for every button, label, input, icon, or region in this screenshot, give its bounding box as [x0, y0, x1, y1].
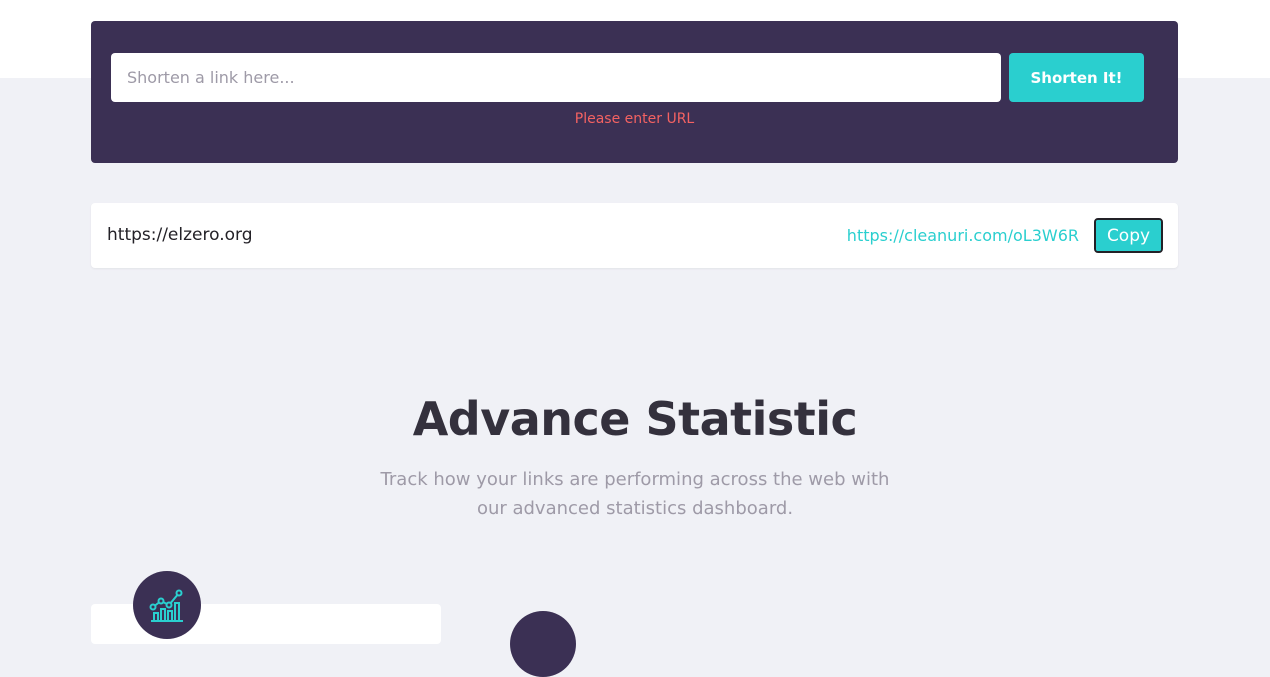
statistics-title: Advance Statistic: [412, 392, 858, 446]
statistics-subtitle-line2: our advanced statistics dashboard.: [476, 498, 794, 519]
url-input[interactable]: [111, 53, 1001, 102]
short-url-link[interactable]: https://cleanuri.com/oL3W6R: [847, 203, 1079, 268]
error-message: Please enter URL: [574, 111, 695, 127]
copy-button[interactable]: Copy: [1094, 218, 1163, 253]
feature-icon-circle-2: [510, 611, 576, 677]
shorten-button[interactable]: Shorten It!: [1009, 53, 1144, 102]
feature-icon-circle: [133, 571, 201, 639]
statistics-subtitle: Track how your links are performing acro…: [375, 465, 895, 523]
statistics-subtitle-line1: Track how your links are performing acro…: [380, 469, 890, 490]
shorten-form: Shorten It! Please enter URL: [91, 21, 1178, 163]
chart-icon: [149, 589, 183, 622]
original-url: https://elzero.org: [107, 225, 253, 245]
shortened-link-result: https://elzero.org https://cleanuri.com/…: [91, 203, 1178, 268]
